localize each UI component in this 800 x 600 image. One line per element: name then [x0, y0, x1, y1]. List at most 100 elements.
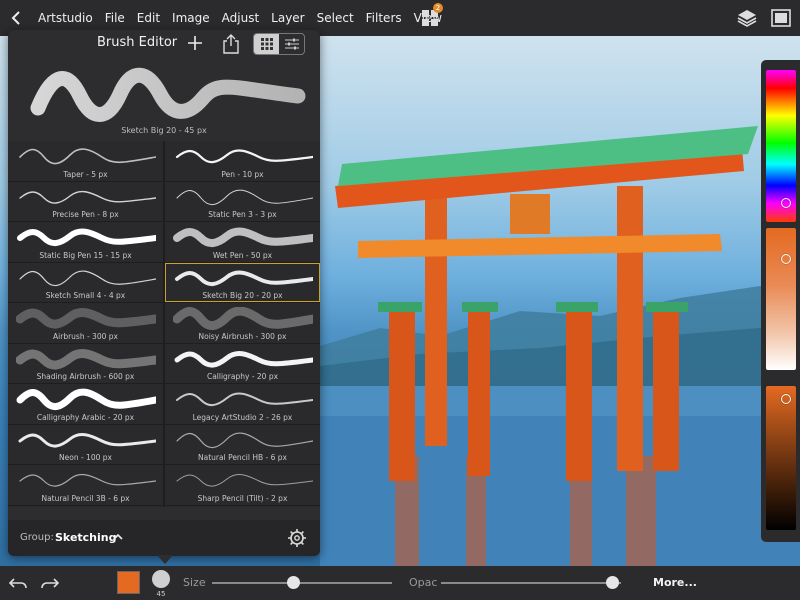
brush-item-label: Pen - 10 px [221, 169, 264, 179]
brush-item[interactable] [8, 505, 163, 507]
brightness-slider-knob[interactable] [781, 394, 791, 405]
settings-view-toggle[interactable] [279, 34, 304, 54]
brush-preview-caption: Sketch Big 20 - 45 px [121, 126, 207, 135]
brush-stroke-sample [173, 307, 313, 330]
brush-item[interactable]: Shading Airbrush - 600 px [8, 343, 163, 383]
brush-stroke-sample [176, 432, 313, 448]
size-slider[interactable] [212, 582, 392, 584]
brush-list: Taper - 5 px Pen - 10 px Precise Pen - 8 p… [8, 141, 320, 507]
brush-item[interactable]: Precise Pen - 8 px [8, 181, 163, 221]
chevron-left-icon [11, 11, 20, 25]
color-picker-strip [761, 60, 800, 542]
brush-stroke-sample [175, 270, 313, 286]
redo-icon [41, 578, 60, 589]
brush-item-label: Noisy Airbrush - 300 px [198, 331, 287, 341]
brush-stroke-sample [176, 189, 313, 205]
brush-stroke-sample [16, 308, 156, 329]
grid-view-toggle[interactable] [254, 34, 279, 54]
brush-settings-button[interactable] [287, 528, 307, 548]
brush-item[interactable] [165, 505, 320, 507]
brush-item-label: Calligraphy Arabic - 20 px [36, 412, 135, 422]
brush-item-label: Sketch Big 20 - 20 px [202, 291, 283, 300]
brush-item-label: Sketch Small 4 - 4 px [45, 291, 126, 300]
brush-editor-panel: Brush Editor Sketch Big 20 - 45 px Taper… [8, 30, 320, 556]
brush-stroke-sample [174, 350, 313, 367]
brush-item[interactable]: Natural Pencil HB - 6 px [165, 424, 320, 464]
saturation-slider[interactable] [766, 228, 796, 370]
size-slider-knob[interactable] [287, 576, 300, 589]
brush-group-bar[interactable]: Group: Sketching [8, 520, 320, 556]
brush-item-label: Neon - 100 px [59, 453, 112, 462]
brush-item-label: Wet Pen - 50 px [212, 250, 273, 260]
brush-stroke-sample [176, 474, 313, 487]
brush-item[interactable]: Noisy Airbrush - 300 px [165, 303, 320, 343]
layers-button[interactable] [736, 7, 758, 29]
brush-item[interactable]: Static Pen 3 - 3 px [165, 181, 320, 221]
brush-item-label: Calligraphy - 20 px [206, 372, 279, 381]
size-label: Size [183, 576, 206, 589]
brush-stroke-sample [19, 190, 156, 204]
brush-item-label: Airbrush - 300 px [53, 331, 118, 341]
hue-slider-knob[interactable] [781, 197, 791, 208]
panel-pointer [157, 555, 173, 564]
grid-view-icon [260, 38, 273, 50]
brush-item-label: Taper - 5 px [63, 169, 108, 179]
undo-icon [8, 578, 27, 589]
gear-icon [288, 529, 306, 547]
opacity-slider[interactable] [441, 582, 621, 584]
opacity-label: Opac [409, 576, 438, 589]
notification-badge: 2 [433, 3, 443, 13]
panel-title: Brush Editor [97, 35, 178, 50]
sliders-icon [284, 38, 299, 50]
brush-stroke-sample [18, 432, 156, 447]
brush-item[interactable]: Sketch Small 4 - 4 px [8, 262, 163, 302]
brush-stroke-sample [19, 473, 156, 487]
brush-item[interactable]: Taper - 5 px [8, 141, 163, 181]
group-value[interactable]: Sketching [55, 531, 117, 544]
redo-button[interactable] [40, 573, 60, 593]
undo-button[interactable] [8, 573, 28, 593]
brush-item[interactable]: Airbrush - 300 px [8, 303, 163, 343]
brush-stroke-sample [16, 388, 156, 410]
brightness-slider[interactable] [766, 386, 796, 530]
brush-item[interactable]: Pen - 10 px [165, 141, 320, 181]
brush-item-label: Shading Airbrush - 600 px [36, 372, 135, 381]
brush-size-value: 45 [156, 590, 166, 598]
share-icon [223, 34, 239, 54]
brush-item-label: Natural Pencil HB - 6 px [198, 453, 287, 462]
brush-preview-stroke [30, 67, 306, 122]
add-brush-button[interactable] [186, 34, 204, 52]
brush-item-label: Sharp Pencil (Tilt) - 2 px [197, 493, 288, 503]
view-toggle[interactable] [253, 33, 305, 55]
current-color-swatch[interactable] [117, 571, 140, 594]
chevron-up-icon[interactable] [112, 532, 124, 542]
brush-item[interactable]: Static Big Pen 15 - 15 px [8, 222, 163, 262]
brush-item[interactable]: Legacy ArtStudio 2 - 26 px [165, 384, 320, 424]
brush-stroke-sample [176, 392, 313, 406]
brush-item-label: Legacy ArtStudio 2 - 26 px [192, 412, 293, 422]
brush-stroke-sample [173, 227, 313, 247]
brush-stroke-sample [17, 228, 156, 246]
brush-item-label: Natural Pencil 3B - 6 px [41, 493, 130, 503]
brush-stroke-sample [16, 348, 156, 369]
brush-item[interactable]: Calligraphy Arabic - 20 px [8, 384, 163, 424]
hue-slider[interactable] [766, 70, 796, 222]
plus-icon [188, 36, 202, 50]
group-label: Group: [20, 532, 54, 543]
brush-stroke-sample [19, 148, 156, 165]
brush-stroke-sample [19, 270, 156, 286]
saturation-slider-knob[interactable] [781, 254, 791, 265]
opacity-slider-knob[interactable] [606, 576, 619, 589]
brush-size-indicator[interactable] [152, 570, 170, 588]
brush-item[interactable]: Neon - 100 px [8, 424, 163, 464]
menu-filters[interactable]: Filters [360, 0, 408, 36]
brush-editor-header: Brush Editor [8, 30, 320, 60]
brush-item[interactable]: Sketch Big 20 - 20 px [165, 262, 320, 302]
fullscreen-button[interactable] [771, 9, 791, 27]
export-brush-button[interactable] [222, 33, 240, 55]
brush-item[interactable]: Calligraphy - 20 px [165, 343, 320, 383]
brush-item[interactable]: Wet Pen - 50 px [165, 222, 320, 262]
brush-item[interactable]: Natural Pencil 3B - 6 px [8, 465, 163, 505]
brush-item[interactable]: Sharp Pencil (Tilt) - 2 px [165, 465, 320, 505]
more-button[interactable]: More... [653, 576, 697, 589]
